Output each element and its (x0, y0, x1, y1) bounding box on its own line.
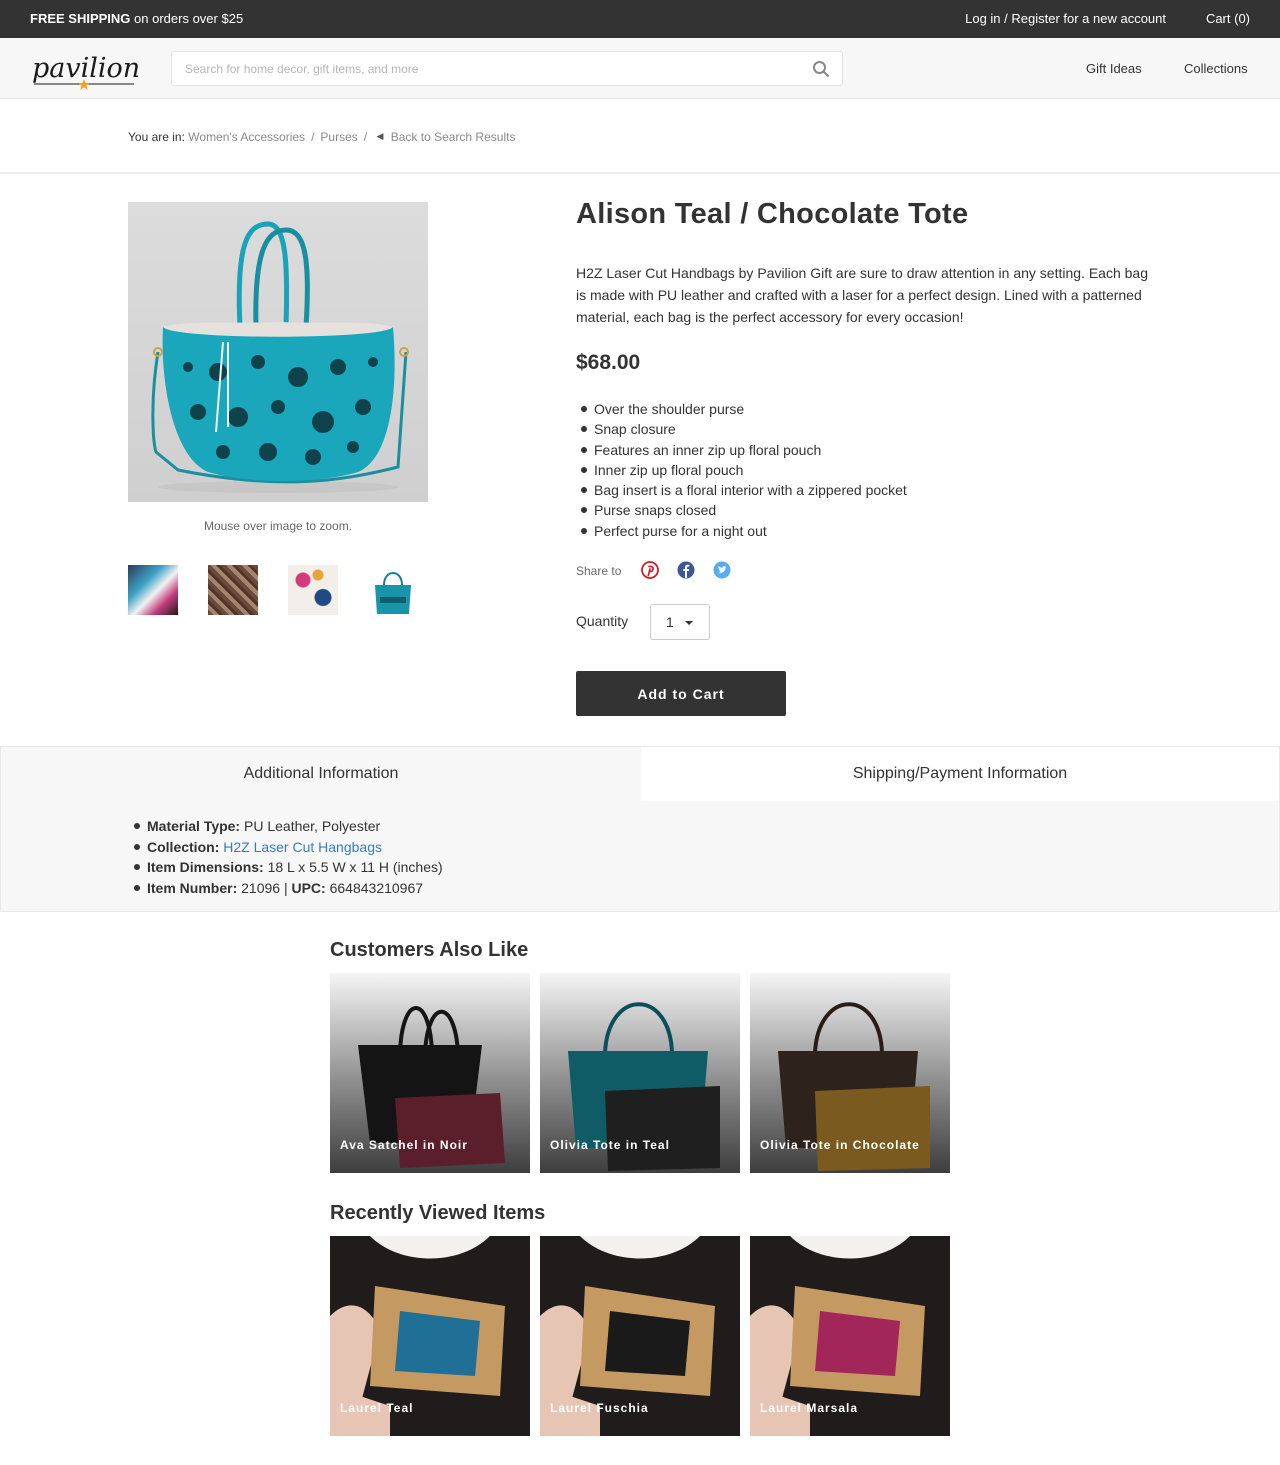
product-card-laurel-teal[interactable]: Laurel Teal (330, 1236, 530, 1436)
breadcrumb-separator: / (311, 130, 315, 144)
info-collection: Collection: H2Z Laser Cut Hangbags (134, 837, 443, 858)
recently-viewed-heading: Recently Viewed Items (330, 1202, 546, 1224)
product-description: H2Z Laser Cut Handbags by Pavilion Gift … (576, 265, 1148, 325)
product-card-label: Olivia Tote in Teal (550, 1138, 670, 1152)
share-label: Share to (576, 564, 622, 578)
nav-gift-ideas[interactable]: Gift Ideas (1086, 61, 1142, 76)
facebook-icon[interactable] (677, 561, 695, 579)
login-register-link[interactable]: Log in / Register for a new account (965, 11, 1166, 26)
tab-shipping-payment-information[interactable]: Shipping/Payment Information (641, 747, 1279, 801)
feature-list: Over the shoulder purse Snap closure Fea… (581, 399, 907, 541)
product-card-olivia-tote-chocolate[interactable]: Olivia Tote in Chocolate (750, 973, 950, 1173)
search-icon[interactable] (812, 60, 830, 78)
breadcrumb: You are in: Women's Accessories / Purses / … (128, 130, 515, 144)
product-card-label: Laurel Teal (340, 1401, 414, 1415)
free-shipping-notice: FREE SHIPPING on orders over $25 (30, 11, 243, 26)
pavilion-logo[interactable]: pavilion (30, 46, 142, 92)
add-to-cart-button[interactable]: Add to Cart (576, 671, 786, 716)
thumbnail-leather-texture[interactable] (208, 565, 258, 615)
product-card-label: Laurel Fuschia (550, 1401, 649, 1415)
divider (0, 172, 1280, 174)
search-input[interactable] (172, 52, 802, 85)
feature-item: Features an inner zip up floral pouch (581, 440, 907, 460)
info-value: 21096 (241, 879, 281, 896)
feature-item: Purse snaps closed (581, 500, 907, 520)
info-value: PU Leather, Polyester (244, 818, 381, 834)
collection-link[interactable]: H2Z Laser Cut Hangbags (223, 839, 382, 855)
twitter-icon[interactable] (713, 561, 731, 579)
info-value: 664843210967 (329, 879, 424, 896)
quantity-label: Quantity (576, 613, 629, 629)
info-label: Material Type: (147, 818, 241, 834)
product-card-laurel-marsala[interactable]: Laurel Marsala (750, 1236, 950, 1436)
feature-item: Inner zip up floral pouch (581, 460, 907, 480)
svg-text:pavilion: pavilion (32, 53, 140, 84)
additional-info-list: Material Type: PU Leather, Polyester Col… (134, 816, 443, 899)
product-details-tabs: Additional Information Shipping/Payment … (0, 746, 1280, 912)
back-to-search-results-link[interactable]: Back to Search Results (391, 130, 516, 144)
free-shipping-label: FREE SHIPPING (30, 11, 131, 26)
feature-item: Over the shoulder purse (581, 399, 907, 419)
customers-also-like-heading: Customers Also Like (330, 939, 529, 961)
breadcrumb-prefix: You are in: (128, 130, 185, 144)
feature-item: Snap closure (581, 419, 907, 439)
product-card-laurel-fuschia[interactable]: Laurel Fuschia (540, 1236, 740, 1436)
zoom-note: Mouse over image to zoom. (203, 519, 353, 533)
breadcrumb-purses[interactable]: Purses (320, 130, 357, 144)
product-card-olivia-tote-teal[interactable]: Olivia Tote in Teal (540, 973, 740, 1173)
info-separator: | (283, 879, 288, 896)
top-bar: FREE SHIPPING on orders over $25 Log in … (0, 0, 1280, 38)
info-item-number: Item Number: 21096 | UPC: 664843210967 (134, 878, 443, 899)
info-label: Collection: (147, 838, 220, 855)
cart-link[interactable]: Cart (0) (1206, 11, 1250, 26)
product-price: $68.00 (576, 351, 641, 374)
free-shipping-detail: on orders over $25 (134, 11, 244, 26)
nav-collections[interactable]: Collections (1184, 61, 1248, 76)
product-card-ava-satchel-noir[interactable]: Ava Satchel in Noir (330, 973, 530, 1173)
info-label: UPC: (291, 879, 326, 896)
thumbnail-tote-front[interactable] (368, 565, 418, 615)
product-card-label: Laurel Marsala (760, 1401, 859, 1415)
feature-item: Bag insert is a floral interior with a z… (581, 480, 907, 500)
quantity-select[interactable]: 1 (650, 604, 710, 640)
info-label: Item Dimensions: (147, 859, 264, 875)
main-product-image[interactable] (128, 202, 428, 502)
tab-additional-information[interactable]: Additional Information (1, 747, 641, 801)
back-arrow-icon: ◀ (376, 131, 384, 141)
thumbnail-floral-lining[interactable] (288, 565, 338, 615)
pinterest-icon[interactable] (641, 561, 659, 579)
quantity-value: 1 (666, 614, 674, 630)
info-dimensions: Item Dimensions: 18 L x 5.5 W x 11 H (in… (134, 857, 443, 878)
breadcrumb-separator: / (363, 130, 368, 144)
teal-tote-illustration (151, 221, 409, 493)
search-box (171, 51, 843, 86)
thumbnail-floral-pouch[interactable] (128, 565, 178, 615)
breadcrumb-womens-accessories[interactable]: Women's Accessories (188, 130, 305, 144)
site-header: pavilion Gift Ideas Collections (0, 38, 1280, 99)
caret-down-icon (685, 621, 693, 625)
info-label: Item Number: (147, 879, 238, 896)
product-title: Alison Teal / Chocolate Tote (576, 198, 969, 230)
product-card-label: Olivia Tote in Chocolate (760, 1138, 920, 1152)
product-card-label: Ava Satchel in Noir (340, 1138, 468, 1152)
feature-item: Perfect purse for a night out (581, 521, 907, 541)
tote-thumbnail-icon (375, 572, 411, 614)
info-material: Material Type: PU Leather, Polyester (134, 816, 443, 837)
info-value: 18 L x 5.5 W x 11 H (inches) (267, 859, 443, 875)
